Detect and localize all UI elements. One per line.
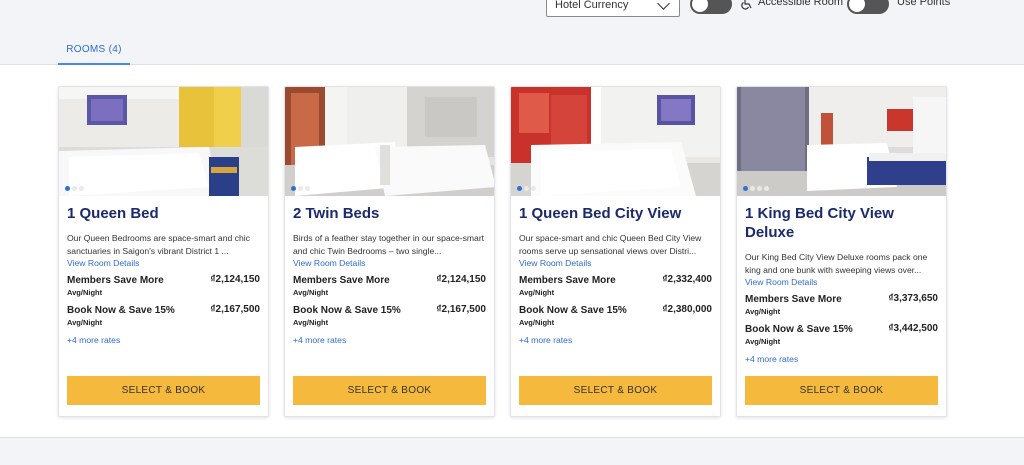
use-points-toggle[interactable] — [847, 0, 889, 14]
rate-price: ₫3,442,500 — [888, 323, 938, 334]
select-and-book-button[interactable]: SELECT & BOOK — [293, 376, 486, 405]
rooms-list: 1 Queen Bed Our Queen Bedrooms are space… — [0, 65, 1024, 438]
room-photo-image — [59, 87, 268, 196]
rate-subtext: Avg/Night — [293, 318, 329, 327]
select-and-book-button[interactable]: SELECT & BOOK — [745, 376, 938, 405]
rate-row[interactable]: Members Save More Avg/Night ₫2,124,150 — [293, 274, 486, 299]
rate-row[interactable]: Book Now & Save 15% Avg/Night ₫2,380,000 — [519, 304, 712, 329]
room-description: Our space-smart and chic Queen Bed City … — [519, 233, 702, 256]
rate-price: ₫2,167,500 — [210, 304, 260, 315]
carousel-dot[interactable] — [743, 186, 748, 191]
room-photo[interactable] — [59, 87, 268, 196]
room-card: 2 Twin Beds Birds of a feather stay toge… — [284, 86, 495, 417]
view-room-details-link[interactable]: View Room Details — [293, 257, 486, 269]
photo-carousel-dots[interactable] — [65, 186, 84, 191]
carousel-dot[interactable] — [531, 186, 536, 191]
carousel-dot[interactable] — [291, 186, 296, 191]
room-title: 1 Queen Bed — [67, 205, 159, 222]
rate-row[interactable]: Members Save More Avg/Night ₫2,124,150 — [67, 274, 260, 299]
rate-subtext: Avg/Night — [519, 318, 555, 327]
room-card: 1 King Bed City View Deluxe Our King Bed… — [736, 86, 947, 417]
carousel-dot[interactable] — [750, 186, 755, 191]
chevron-down-icon — [657, 0, 670, 10]
carousel-dot[interactable] — [757, 186, 762, 191]
room-card: 1 Queen Bed Our Queen Bedrooms are space… — [58, 86, 269, 417]
rate-row[interactable]: Book Now & Save 15% Avg/Night ₫3,442,500 — [745, 323, 938, 348]
rate-row[interactable]: Members Save More Avg/Night ₫2,332,400 — [519, 274, 712, 299]
select-and-book-button[interactable]: SELECT & BOOK — [67, 376, 260, 405]
room-title: 1 Queen Bed City View — [519, 205, 682, 222]
view-room-details-link[interactable]: View Room Details — [519, 257, 712, 269]
rate-price: ₫2,332,400 — [662, 274, 712, 285]
carousel-dot[interactable] — [298, 186, 303, 191]
accessible-room-label: Accessible Room — [758, 0, 843, 8]
rate-price: ₫2,167,500 — [436, 304, 486, 315]
select-and-book-button[interactable]: SELECT & BOOK — [519, 376, 712, 405]
filter-bar: Hotel Currency Accessible Room Use Point… — [0, 0, 1024, 32]
rate-subtext: Avg/Night — [519, 288, 555, 297]
carousel-dot[interactable] — [72, 186, 77, 191]
carousel-dot[interactable] — [764, 186, 769, 191]
view-room-details-link[interactable]: View Room Details — [67, 257, 260, 269]
more-rates-link[interactable]: +4 more rates — [519, 335, 712, 345]
currency-select-value: Hotel Currency — [555, 0, 629, 11]
rate-row[interactable]: Members Save More Avg/Night ₫3,373,650 — [745, 293, 938, 318]
room-title: 1 King Bed City View Deluxe — [745, 205, 894, 241]
rate-price: ₫3,373,650 — [888, 293, 938, 304]
wheelchair-icon — [741, 0, 752, 10]
more-rates-link[interactable]: +4 more rates — [745, 354, 938, 364]
more-rates-link[interactable]: +4 more rates — [67, 335, 260, 345]
accessible-room-toggle[interactable] — [690, 0, 732, 14]
room-description: Birds of a feather stay together in our … — [293, 233, 485, 256]
photo-carousel-dots[interactable] — [291, 186, 310, 191]
toggle-knob — [692, 0, 708, 12]
toggle-knob — [849, 0, 865, 12]
more-rates-link[interactable]: +4 more rates — [293, 335, 486, 345]
carousel-dot[interactable] — [517, 186, 522, 191]
rate-price: ₫2,124,150 — [210, 274, 260, 285]
rate-row[interactable]: Book Now & Save 15% Avg/Night ₫2,167,500 — [67, 304, 260, 329]
room-description: Our King Bed City View Deluxe rooms pack… — [745, 252, 928, 275]
rate-price: ₫2,124,150 — [436, 274, 486, 285]
carousel-dot[interactable] — [65, 186, 70, 191]
room-photo[interactable] — [511, 87, 720, 196]
rate-row[interactable]: Book Now & Save 15% Avg/Night ₫2,167,500 — [293, 304, 486, 329]
tab-rooms[interactable]: ROOMS (4) — [58, 41, 130, 65]
room-photo-image — [511, 87, 720, 196]
view-room-details-link[interactable]: View Room Details — [745, 276, 938, 288]
room-photo-image — [737, 87, 946, 196]
use-points-label: Use Points — [897, 0, 951, 8]
rate-subtext: Avg/Night — [745, 337, 781, 346]
carousel-dot[interactable] — [524, 186, 529, 191]
room-photo-image — [285, 87, 494, 196]
room-photo[interactable] — [285, 87, 494, 196]
carousel-dot[interactable] — [79, 186, 84, 191]
room-description: Our Queen Bedrooms are space-smart and c… — [67, 233, 250, 256]
rate-subtext: Avg/Night — [67, 288, 103, 297]
carousel-dot[interactable] — [305, 186, 310, 191]
photo-carousel-dots[interactable] — [517, 186, 536, 191]
currency-select[interactable]: Hotel Currency — [546, 0, 680, 17]
rate-subtext: Avg/Night — [293, 288, 329, 297]
room-photo[interactable] — [737, 87, 946, 196]
room-title: 2 Twin Beds — [293, 205, 380, 222]
rate-subtext: Avg/Night — [745, 307, 781, 316]
tab-bar: ROOMS (4) — [0, 32, 1024, 65]
rate-subtext: Avg/Night — [67, 318, 103, 327]
rate-price: ₫2,380,000 — [662, 304, 712, 315]
room-card: 1 Queen Bed City View Our space-smart an… — [510, 86, 721, 417]
photo-carousel-dots[interactable] — [743, 186, 769, 191]
